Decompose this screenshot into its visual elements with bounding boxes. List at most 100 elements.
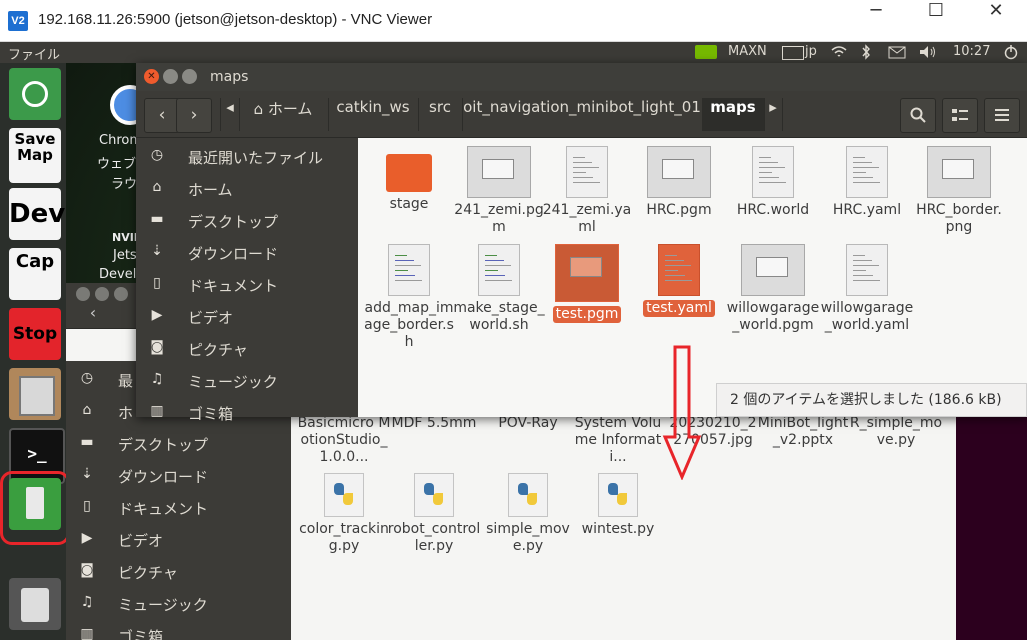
file-item[interactable]: test.pgm	[540, 244, 634, 323]
window-close-icon[interactable]: ✕	[144, 69, 159, 84]
launcher-dev-icon[interactable]: Dev	[9, 188, 65, 240]
sidebar-item-label: ダウンロード	[188, 245, 279, 263]
volume-icon[interactable]	[918, 44, 938, 64]
sidebar-item-label: デスクトップ	[188, 213, 279, 231]
close-button[interactable]: ✕	[966, 0, 1026, 42]
window-minimize-icon[interactable]	[163, 69, 178, 84]
bg-file-item[interactable]: R_simple_move.py	[849, 415, 943, 449]
file-item[interactable]: test.yaml	[632, 244, 726, 317]
file-name: HRC.pgm	[646, 202, 712, 218]
window-maximize-icon[interactable]	[182, 69, 197, 84]
launcher-stop-icon[interactable]: Stop	[9, 308, 61, 360]
bg-sidebar-item-label: ゴミ箱	[118, 628, 164, 640]
maximize-button[interactable]: ☐	[906, 0, 966, 42]
bg-file-item[interactable]: robot_controller.py	[387, 473, 481, 555]
menu-button[interactable]	[984, 98, 1020, 133]
file-item[interactable]: add_map_image_border.sh	[362, 244, 456, 351]
launcher-save-map-icon[interactable]: Save Map	[9, 128, 61, 183]
sidebar-item-1[interactable]: ⌂ ホーム	[136, 174, 358, 206]
file-item[interactable]: 241_zemi.pgm	[452, 146, 546, 236]
clock-icon: ◷	[150, 147, 164, 163]
launcher-usb-icon[interactable]	[9, 478, 61, 530]
bg-file-name: MiniBot_light_v2.pptx	[757, 415, 849, 448]
bg-sidebar-item-label: ドキュメント	[118, 500, 209, 518]
keyboard-layout-label[interactable]: jp	[805, 44, 817, 59]
sidebar-item-label: 最近開いたファイル	[188, 149, 324, 167]
file-item[interactable]: HRC.pgm	[632, 146, 726, 219]
video-icon: ▶	[151, 307, 163, 323]
bg-close-icon[interactable]	[76, 287, 90, 301]
python-file-icon	[508, 473, 548, 517]
view-toggle-button[interactable]	[942, 98, 978, 133]
wifi-icon[interactable]	[830, 44, 848, 64]
file-item[interactable]: HRC_border.png	[912, 146, 1006, 236]
bluetooth-icon[interactable]	[860, 44, 872, 64]
file-item[interactable]: 241_zemi.yaml	[540, 146, 634, 236]
bg-maximize-icon[interactable]	[114, 287, 128, 301]
breadcrumb-src[interactable]: src	[418, 98, 463, 131]
sidebar-item-8[interactable]: ▥ ゴミ箱	[136, 398, 358, 430]
file-item[interactable]: make_stage_world.sh	[452, 244, 546, 334]
bg-sidebar-item-3[interactable]: ⇣ ダウンロード	[66, 461, 288, 493]
nvidia-icon[interactable]	[695, 45, 717, 59]
clock-label[interactable]: 10:27	[953, 44, 990, 59]
search-button[interactable]	[900, 98, 936, 133]
panel-menu-file[interactable]: ファイル	[8, 44, 60, 63]
breadcrumb-maps[interactable]: maps	[702, 98, 765, 131]
bg-sidebar-item-5[interactable]: ▶ ビデオ	[66, 525, 288, 557]
power-icon[interactable]	[1003, 44, 1019, 64]
bg-file-item[interactable]: POV-Ray	[481, 415, 575, 432]
minimize-button[interactable]: ─	[846, 0, 906, 42]
video-icon: ▶	[81, 530, 93, 546]
bg-file-item[interactable]: wintest.py	[571, 473, 665, 538]
file-item[interactable]: HRC.world	[726, 146, 820, 219]
file-item[interactable]: HRC.yaml	[820, 146, 914, 219]
sidebar-item-label: ビデオ	[188, 309, 234, 327]
launcher-files-icon[interactable]	[9, 368, 61, 420]
bg-sidebar-item-2[interactable]: ▬ デスクトップ	[66, 429, 288, 461]
breadcrumb-catkin-ws[interactable]: catkin_ws	[328, 98, 419, 131]
launcher-trash-icon[interactable]	[9, 578, 61, 630]
bg-file-item[interactable]: simple_move.py	[481, 473, 575, 555]
sidebar-item-5[interactable]: ▶ ビデオ	[136, 302, 358, 334]
launcher-save-map-label: Save Map	[14, 130, 56, 164]
sidebar-item-0[interactable]: ◷ 最近開いたファイル	[136, 142, 358, 174]
launcher-cap-icon[interactable]: Cap	[9, 248, 61, 300]
breadcrumb-right-arrow[interactable]: ▸	[764, 98, 783, 131]
power-mode-label[interactable]: MAXN	[728, 44, 767, 59]
sidebar-item-4[interactable]: ▯ ドキュメント	[136, 270, 358, 302]
sidebar-item-2[interactable]: ▬ デスクトップ	[136, 206, 358, 238]
mail-icon[interactable]	[888, 46, 906, 63]
bg-file-item[interactable]: System Volume Informati...	[571, 415, 665, 466]
sidebar-item-6[interactable]: ◙ ピクチャ	[136, 334, 358, 366]
file-item[interactable]: stage	[362, 146, 456, 213]
file-item[interactable]: willowgarage_world.pgm	[726, 244, 820, 334]
bg-file-item[interactable]: MDF 5.5mm	[387, 415, 481, 432]
launcher-ubuntu-icon[interactable]	[9, 68, 61, 120]
file-item[interactable]: willowgarage_world.yaml	[820, 244, 914, 334]
bg-file-item[interactable]: color_tracking.py	[297, 473, 391, 555]
breadcrumb-home[interactable]: ⌂ ホーム	[238, 98, 329, 131]
bg-sidebar-item-label: 最	[118, 372, 134, 390]
bg-minimize-icon[interactable]	[95, 287, 109, 301]
bg-sidebar-item-6[interactable]: ◙ ピクチャ	[66, 557, 288, 589]
bg-sidebar-item-7[interactable]: ♫ ミュージック	[66, 589, 288, 621]
bg-back-icon[interactable]: ‹	[78, 303, 108, 327]
file-name: HRC.yaml	[832, 202, 902, 218]
sidebar: ◷ 最近開いたファイル ⌂ ホーム ▬ デスクトップ ⇣ ダウンロード ▯ ドキュメント ▶ ビデオ ◙…	[136, 138, 358, 423]
sidebar-item-7[interactable]: ♫ ミュージック	[136, 366, 358, 398]
bg-sidebar-item-4[interactable]: ▯ ドキュメント	[66, 493, 288, 525]
forward-button[interactable]: ›	[176, 98, 212, 133]
back-button[interactable]: ‹	[144, 98, 180, 133]
sidebar-item-3[interactable]: ⇣ ダウンロード	[136, 238, 358, 270]
bg-file-item[interactable]: MiniBot_light_v2.pptx	[756, 415, 850, 449]
bg-sidebar-item-8[interactable]: ▥ ゴミ箱	[66, 621, 288, 640]
breadcrumb-left-arrow[interactable]: ◂	[220, 98, 240, 131]
camera-icon: ◙	[150, 339, 164, 355]
keyboard-icon[interactable]	[782, 46, 804, 60]
file-name: 241_zemi.pgm	[454, 202, 544, 235]
bg-file-name: color_tracking.py	[299, 521, 389, 554]
text-file-icon	[752, 146, 794, 198]
launcher: Save Map Dev Cap Stop >_	[0, 63, 70, 640]
breadcrumb-oit-navigation[interactable]: oit_navigation_minibot_light_01	[462, 98, 703, 131]
